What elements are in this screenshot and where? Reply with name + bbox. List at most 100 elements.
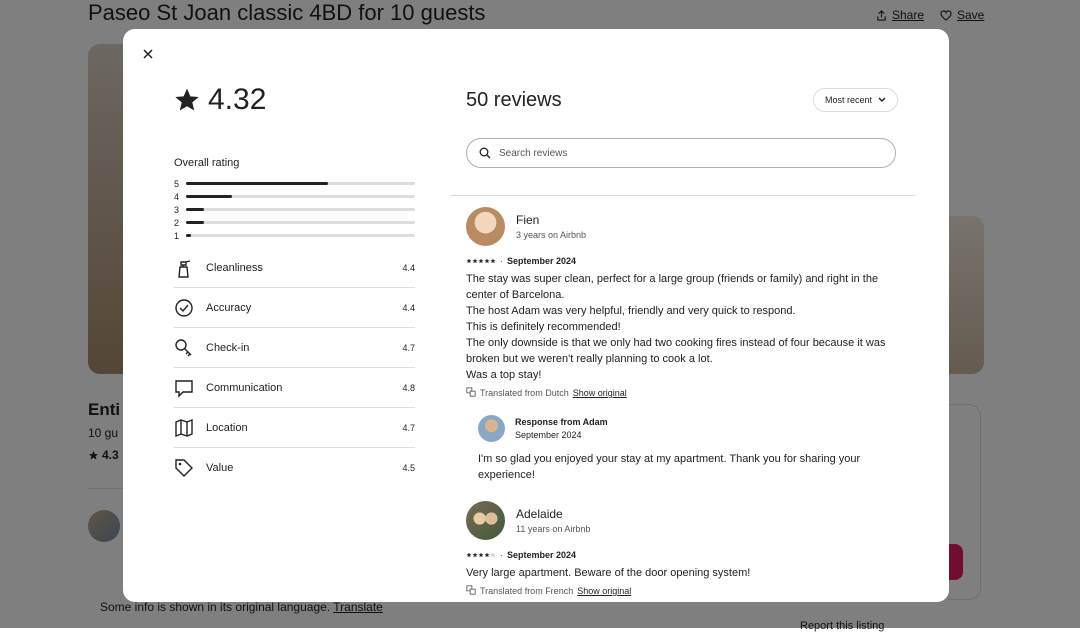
separator: · bbox=[500, 256, 503, 266]
chat-bubble-icon bbox=[174, 378, 194, 398]
host-response-text: I'm so glad you enjoyed your stay at my … bbox=[478, 453, 861, 481]
rating-distribution: 5 4 3 2 1 bbox=[174, 177, 415, 242]
review-paragraph: Was a top stay! bbox=[466, 369, 542, 381]
show-original-link[interactable]: Show original bbox=[577, 586, 631, 596]
translate-icon bbox=[466, 387, 476, 399]
search-input[interactable] bbox=[497, 146, 861, 160]
reviewer-info: Fien 3 years on Airbnb bbox=[516, 213, 586, 240]
review-item: Fien 3 years on Airbnb · September 2024 The … bbox=[466, 207, 898, 483]
reviews-count: 50 reviews bbox=[466, 89, 562, 111]
check-circle-icon bbox=[174, 298, 194, 318]
sort-label: Most recent bbox=[824, 95, 872, 105]
host-response-title: Response from Adam bbox=[515, 417, 608, 427]
category-row-location: Location 4.7 bbox=[174, 408, 415, 448]
category-ratings: Cleanliness 4.4 Accuracy 4.4 Check-in 4.7 Comm… bbox=[174, 248, 415, 487]
host-avatar[interactable] bbox=[478, 415, 505, 442]
reviewer-name: Fien bbox=[516, 213, 540, 227]
category-row-check-in: Check-in 4.7 bbox=[174, 328, 415, 368]
overall-rating-label: Overall rating bbox=[174, 157, 240, 169]
host-response-header: Response from Adam September 2024 bbox=[478, 415, 898, 442]
distribution-row: 4 bbox=[174, 190, 415, 203]
review-stars bbox=[466, 552, 496, 558]
reviewer: Adelaide 11 years on Airbnb bbox=[466, 501, 898, 540]
category-row-value: Value 4.5 bbox=[174, 448, 415, 487]
distribution-row: 1 bbox=[174, 229, 415, 242]
distribution-star-label: 5 bbox=[174, 178, 180, 189]
translate-icon bbox=[466, 585, 476, 597]
category-value: 4.8 bbox=[402, 382, 415, 393]
distribution-bar-fill bbox=[186, 221, 205, 224]
translated-from: Translated from Dutch bbox=[480, 388, 569, 398]
host-response-info: Response from Adam September 2024 bbox=[515, 417, 608, 440]
category-label: Accuracy bbox=[206, 301, 252, 314]
distribution-star-label: 2 bbox=[174, 217, 180, 228]
show-original-link[interactable]: Show original bbox=[573, 388, 627, 398]
reviewer-name: Adelaide bbox=[516, 507, 563, 521]
search-icon bbox=[479, 147, 491, 159]
distribution-bar-fill bbox=[186, 195, 232, 198]
distribution-star-label: 1 bbox=[174, 230, 180, 241]
overall-rating: 4.32 bbox=[174, 83, 415, 117]
distribution-row: 2 bbox=[174, 216, 415, 229]
translation-note: Translated from Dutch Show original bbox=[466, 387, 898, 399]
category-label: Check-in bbox=[206, 341, 250, 354]
translation-note: Translated from French Show original bbox=[466, 585, 898, 597]
review-rating-line: · September 2024 bbox=[466, 256, 898, 266]
category-value: 4.7 bbox=[402, 342, 415, 353]
close-button[interactable] bbox=[139, 45, 157, 63]
review-date: September 2024 bbox=[507, 256, 577, 266]
distribution-bar-track bbox=[186, 195, 415, 198]
category-label: Communication bbox=[206, 381, 283, 394]
overall-rating-value: 4.32 bbox=[208, 83, 267, 116]
close-icon bbox=[143, 49, 153, 59]
category-value: 4.5 bbox=[402, 462, 415, 473]
distribution-bar-fill bbox=[186, 182, 328, 185]
host-response: Response from Adam September 2024 I'm so g… bbox=[478, 415, 898, 483]
rating-summary: 4.32 Overall rating 5 4 3 2 1 Cleanliness 4.4… bbox=[174, 83, 415, 487]
review-text: The stay was super clean, perfect for a … bbox=[466, 271, 898, 383]
spray-bottle-icon bbox=[174, 258, 194, 278]
category-row-cleanliness: Cleanliness 4.4 bbox=[174, 248, 415, 288]
reviewer: Fien 3 years on Airbnb bbox=[466, 207, 898, 246]
distribution-bar-track bbox=[186, 234, 415, 237]
map-icon bbox=[174, 418, 194, 438]
category-value: 4.4 bbox=[402, 262, 415, 273]
review-date: September 2024 bbox=[507, 550, 577, 560]
category-value: 4.4 bbox=[402, 302, 415, 313]
review-paragraph: Very large apartment. Beware of the door… bbox=[466, 567, 751, 579]
category-label: Cleanliness bbox=[206, 261, 263, 274]
star-icon bbox=[175, 88, 199, 111]
reviewer-avatar[interactable] bbox=[466, 501, 505, 540]
sort-dropdown[interactable]: Most recent bbox=[812, 88, 898, 112]
reviewer-tenure: 11 years on Airbnb bbox=[516, 524, 591, 534]
star-filled-icon bbox=[490, 258, 496, 264]
review-rating-line: · September 2024 bbox=[466, 550, 898, 560]
category-row-accuracy: Accuracy 4.4 bbox=[174, 288, 415, 328]
review-item: Adelaide 11 years on Airbnb · September 202… bbox=[466, 501, 898, 597]
category-value: 4.7 bbox=[402, 422, 415, 433]
distribution-star-label: 3 bbox=[174, 204, 180, 215]
distribution-bar-fill bbox=[186, 208, 205, 211]
reviewer-info: Adelaide 11 years on Airbnb bbox=[516, 507, 590, 534]
category-label: Value bbox=[206, 461, 234, 474]
distribution-row: 5 bbox=[174, 177, 415, 190]
search-reviews-box[interactable] bbox=[466, 138, 896, 168]
chevron-down-icon bbox=[878, 97, 886, 102]
review-paragraph: The stay was super clean, perfect for a … bbox=[466, 273, 879, 301]
tag-icon bbox=[174, 458, 194, 478]
review-list[interactable]: Fien 3 years on Airbnb · September 2024 The … bbox=[466, 207, 898, 602]
distribution-bar-fill bbox=[186, 234, 191, 237]
category-row-communication: Communication 4.8 bbox=[174, 368, 415, 408]
distribution-bar-track bbox=[186, 221, 415, 224]
reviews-modal: 4.32 Overall rating 5 4 3 2 1 Cleanliness 4.4… bbox=[123, 29, 949, 602]
distribution-star-label: 4 bbox=[174, 191, 180, 202]
category-label: Location bbox=[206, 421, 248, 434]
key-icon bbox=[174, 338, 194, 358]
distribution-bar-track bbox=[186, 208, 415, 211]
distribution-bar-track bbox=[186, 182, 415, 185]
translated-from: Translated from French bbox=[480, 586, 574, 596]
reviewer-avatar[interactable] bbox=[466, 207, 505, 246]
star-empty-icon bbox=[490, 552, 496, 558]
review-text: Very large apartment. Beware of the door… bbox=[466, 565, 898, 581]
review-paragraph: The host Adam was very helpful, friendly… bbox=[466, 305, 796, 317]
